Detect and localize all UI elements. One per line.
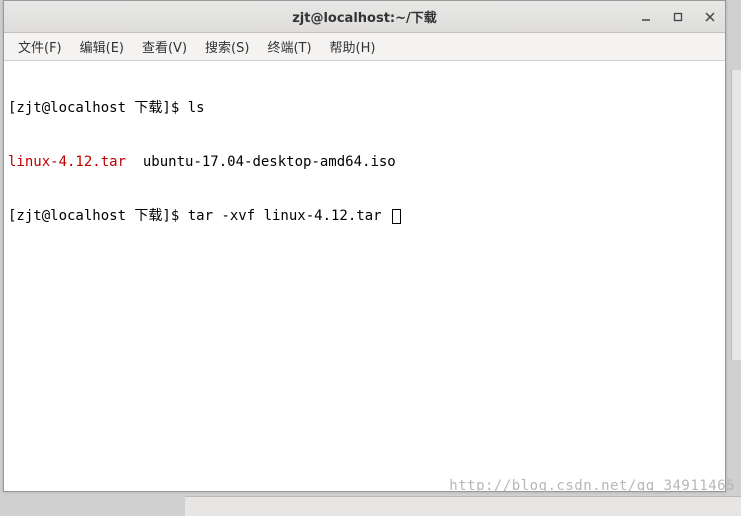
titlebar[interactable]: zjt@localhost:~/下载 <box>4 1 725 33</box>
ls-output-file2: ubuntu-17.04-desktop-amd64.iso <box>143 154 396 170</box>
command-text: ls <box>188 100 205 116</box>
menu-help[interactable]: 帮助(H) <box>322 33 384 60</box>
terminal-line-2: linux-4.12.tar ubuntu-17.04-desktop-amd6… <box>8 153 721 171</box>
terminal-line-1: [zjt@localhost 下载]$ ls <box>8 99 721 117</box>
menu-terminal[interactable]: 终端(T) <box>259 33 319 60</box>
prompt: [zjt@localhost 下载]$ <box>8 100 188 116</box>
close-button[interactable] <box>701 8 719 26</box>
command-text: tar -xvf linux-4.12.tar <box>188 208 390 224</box>
close-icon <box>705 12 715 22</box>
background-window-stub-bottom <box>185 496 741 516</box>
terminal-cursor <box>392 209 401 224</box>
terminal-area[interactable]: [zjt@localhost 下载]$ ls linux-4.12.tar ub… <box>4 61 725 491</box>
terminal-window: zjt@localhost:~/下载 文件(F) 编辑(E) 查看(V) 搜索(… <box>3 0 726 492</box>
menu-edit[interactable]: 编辑(E) <box>72 33 132 60</box>
background-window-stub-right <box>731 70 741 360</box>
ls-output-spacer <box>126 154 143 170</box>
menu-search[interactable]: 搜索(S) <box>197 33 257 60</box>
menubar: 文件(F) 编辑(E) 查看(V) 搜索(S) 终端(T) 帮助(H) <box>4 33 725 61</box>
maximize-button[interactable] <box>669 8 687 26</box>
ls-output-file1: linux-4.12.tar <box>8 154 126 170</box>
window-controls <box>637 1 719 32</box>
prompt: [zjt@localhost 下载]$ <box>8 208 188 224</box>
terminal-line-3: [zjt@localhost 下载]$ tar -xvf linux-4.12.… <box>8 207 721 225</box>
menu-view[interactable]: 查看(V) <box>134 33 195 60</box>
window-title: zjt@localhost:~/下载 <box>292 7 437 26</box>
maximize-icon <box>673 12 683 22</box>
menu-file[interactable]: 文件(F) <box>10 33 70 60</box>
minimize-button[interactable] <box>637 8 655 26</box>
minimize-icon <box>641 12 651 22</box>
